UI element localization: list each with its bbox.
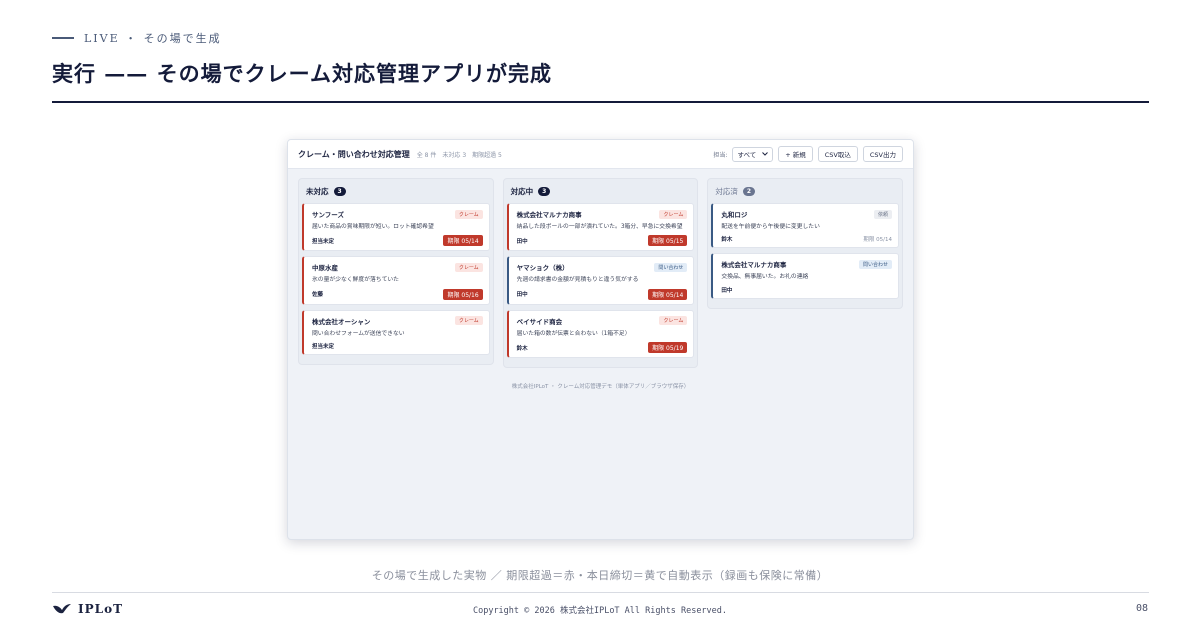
card-tag: クレーム (454, 209, 483, 219)
column-open: 未対応 3 サンフーズ クレーム 届いた商品の賞味期限が短い。ロット確認希望 担当… (298, 178, 494, 366)
card-company: サンフーズ (312, 211, 344, 219)
card-company: 中原水産 (312, 264, 338, 273)
csv-import-button[interactable]: CSV取込 (817, 146, 858, 162)
card-description: 届いた商品の賞味期限が短い。ロット確認希望 (312, 224, 434, 230)
chevron-down-icon (762, 152, 769, 156)
card-description: 氷の量が少なく鮮度が落ちていた (312, 277, 399, 284)
card-owner: 田中 (516, 292, 528, 299)
card-tag: 依頼 (874, 209, 893, 219)
due-badge: 期限 05/14 (648, 288, 688, 300)
card-owner: 担当未定 (312, 344, 335, 351)
footer-divider (52, 592, 1149, 593)
card-owner: 佐藤 (312, 292, 324, 299)
card-description: 問い合わせフォームが送信できない (312, 330, 405, 337)
stat-overdue: 期限超過 5 (472, 151, 502, 159)
ticket-card[interactable]: ヤマショク（株） 問い合わせ 先週の請求書の金額が見積もりと違う気がする 田中 期限… (506, 256, 695, 305)
slide-eyebrow: LIVE ・ その場で生成 (52, 30, 222, 46)
card-owner: 担当未定 (312, 238, 335, 245)
slide-caption: その場で生成した実物 ／ 期限超過＝赤・本日締切＝黄で自動表示（録画も保険に常備… (371, 569, 829, 582)
card-owner: 田中 (721, 287, 733, 294)
ticket-card[interactable]: 株式会社オーシャン クレーム 問い合わせフォームが送信できない 担当未定 (302, 309, 490, 356)
owner-filter-label: 担当: (713, 151, 728, 159)
app-title: クレーム・問い合わせ対応管理 (298, 149, 410, 159)
app-stats: 全 8 件 未対応 3 期限超過 5 (417, 150, 502, 159)
copyright: Copyright © 2026 株式会社IPLoT All Rights Re… (472, 606, 728, 616)
column-name: 対応済 (715, 186, 738, 196)
card-company: ベイサイド商会 (516, 317, 563, 326)
card-description: 配送を午前便から午後便に変更したい (721, 224, 820, 230)
new-button[interactable]: + 新規 (778, 146, 813, 162)
due-text: 期限 05/14 (863, 237, 893, 244)
card-owner: 田中 (516, 238, 528, 245)
column-count: 2 (742, 186, 756, 196)
card-company: 丸和ロジ (721, 211, 748, 219)
card-owner: 鈴木 (721, 237, 733, 244)
app-controls: 担当: すべて + 新規 CSV取込 CSV出力 (713, 146, 903, 162)
card-description: 納品した段ボールの一部が潰れていた。3箱分、早急に交換希望 (516, 224, 683, 230)
column-done: 対応済 2 丸和ロジ 依頼 配送を午前便から午後便に変更したい 鈴木 期限 05/1… (707, 178, 904, 309)
card-tag: クレーム (659, 316, 688, 326)
app-window: クレーム・問い合わせ対応管理 全 8 件 未対応 3 期限超過 5 担当: すべ… (287, 139, 914, 540)
column-header: 未対応 3 (302, 183, 490, 199)
card-tag: 問い合わせ (859, 259, 893, 269)
card-company: 株式会社オーシャン (312, 317, 371, 326)
csv-export-button[interactable]: CSV出力 (862, 146, 903, 162)
app-footer: 株式会社IPLoT ・ クレーム対応管理デモ（単体アプリ／ブラウザ保存） (511, 384, 690, 390)
card-description: 交換品、無事届いた。お礼の連絡 (721, 274, 809, 281)
card-tag: 問い合わせ (654, 262, 688, 272)
column-name: 未対応 (306, 186, 329, 196)
ticket-card[interactable]: ベイサイド商会 クレーム 届いた箱の数が伝票と合わない（1箱不足） 鈴木 期限 05… (506, 309, 695, 359)
due-badge: 期限 05/19 (648, 342, 688, 354)
ticket-card[interactable]: 株式会社マルナカ商事 問い合わせ 交換品、無事届いた。お礼の連絡 田中 (711, 253, 900, 299)
card-company: 株式会社マルナカ商事 (516, 211, 582, 219)
page-number: 08 (1135, 603, 1148, 614)
ticket-card[interactable]: 株式会社マルナカ商事 クレーム 納品した段ボールの一部が潰れていた。3箱分、早急に… (506, 203, 695, 252)
due-badge: 期限 05/15 (648, 235, 688, 247)
eyebrow-dash (52, 37, 74, 39)
column-name: 対応中 (510, 186, 534, 196)
app-header: クレーム・問い合わせ対応管理 全 8 件 未対応 3 期限超過 5 担当: すべ… (288, 140, 913, 169)
column-header: 対応済 2 (711, 183, 899, 199)
eyebrow-text: LIVE ・ その場で生成 (84, 32, 222, 45)
column-count: 3 (333, 186, 346, 196)
column-header: 対応中 3 (507, 183, 695, 199)
card-tag: クレーム (659, 209, 688, 219)
card-company: ヤマショク（株） (516, 264, 569, 273)
kanban-board: 未対応 3 サンフーズ クレーム 届いた商品の賞味期限が短い。ロット確認希望 担当… (298, 178, 904, 369)
card-company: 株式会社マルナカ商事 (721, 261, 787, 270)
title-divider (52, 101, 1149, 103)
card-tag: クレーム (454, 316, 483, 326)
due-badge: 期限 05/14 (443, 235, 483, 247)
stat-total: 全 8 件 (416, 151, 437, 159)
card-owner: 鈴木 (516, 345, 528, 352)
owner-filter-value: すべて (737, 151, 757, 159)
ticket-card[interactable]: 中原水産 クレーム 氷の量が少なく鮮度が落ちていた 佐藤 期限 05/16 (302, 256, 490, 305)
ticket-card[interactable]: 丸和ロジ 依頼 配送を午前便から午後便に変更したい 鈴木 期限 05/14 (711, 203, 900, 249)
owner-filter-select[interactable]: すべて (732, 146, 774, 162)
card-tag: クレーム (454, 262, 483, 272)
due-badge: 期限 05/16 (443, 288, 483, 300)
column-in-progress: 対応中 3 株式会社マルナカ商事 クレーム 納品した段ボールの一部が潰れていた。3… (502, 178, 699, 369)
column-count: 3 (538, 186, 551, 196)
card-description: 届いた箱の数が伝票と合わない（1箱不足） (516, 330, 631, 337)
ticket-card[interactable]: サンフーズ クレーム 届いた商品の賞味期限が短い。ロット確認希望 担当未定 期限 0… (302, 203, 490, 252)
card-description: 先週の請求書の金額が見積もりと違う気がする (516, 277, 639, 284)
stat-open: 未対応 3 (442, 151, 467, 159)
slide-title: 実行 —— その場でクレーム対応管理アプリが完成 (52, 61, 552, 86)
